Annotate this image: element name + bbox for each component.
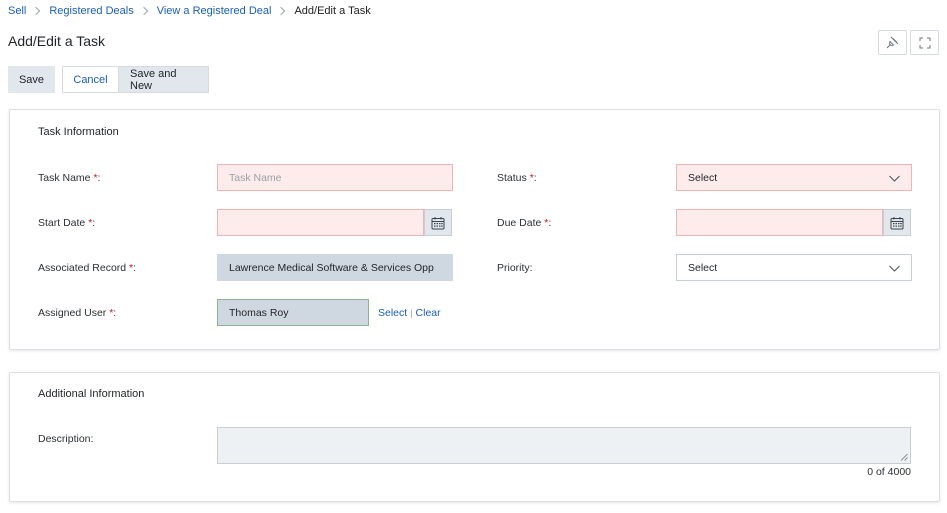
- status-select-value: Select: [688, 171, 718, 184]
- character-count: 0 of 4000: [867, 466, 911, 478]
- expand-button[interactable]: [910, 30, 939, 55]
- resize-handle-icon[interactable]: [900, 453, 908, 461]
- calendar-icon: [431, 216, 445, 229]
- pin-button[interactable]: [878, 30, 907, 55]
- section-title-task-information: Task Information: [38, 126, 119, 138]
- status-label: Status *:: [497, 172, 537, 184]
- due-date-input[interactable]: [676, 209, 883, 236]
- assigned-user-clear-link[interactable]: Clear: [416, 307, 441, 319]
- chevron-right-icon: [32, 6, 41, 16]
- task-name-input[interactable]: Task Name: [217, 164, 453, 191]
- task-information-panel: Task Information Task Name *: Task Name …: [9, 109, 940, 350]
- priority-label: Priority:: [497, 262, 533, 274]
- due-date-calendar-button[interactable]: [883, 209, 911, 236]
- calendar-icon: [890, 216, 904, 229]
- assigned-user-select-link[interactable]: Select: [378, 307, 407, 319]
- page-title: Add/Edit a Task: [8, 33, 106, 49]
- priority-select-value: Select: [688, 261, 718, 274]
- description-textarea[interactable]: [217, 427, 911, 464]
- breadcrumb-registered-deals[interactable]: Registered Deals: [49, 5, 133, 17]
- start-date-input[interactable]: [217, 209, 424, 236]
- save-button[interactable]: Save: [8, 66, 55, 93]
- breadcrumb-view-registered-deal[interactable]: View a Registered Deal: [157, 5, 272, 17]
- section-title-additional-information: Additional Information: [38, 388, 145, 400]
- due-date-label: Due Date *:: [497, 217, 552, 229]
- expand-icon: [919, 37, 930, 48]
- cancel-button[interactable]: Cancel: [62, 66, 118, 93]
- toolbar: Save Cancel Save and New: [8, 66, 209, 93]
- priority-select[interactable]: Select: [676, 254, 912, 281]
- save-and-new-button[interactable]: Save and New: [118, 66, 209, 93]
- chevron-right-icon: [139, 6, 148, 16]
- chevron-down-icon: [889, 265, 900, 272]
- status-select[interactable]: Select: [676, 164, 912, 191]
- task-name-label: Task Name *:: [38, 172, 101, 184]
- chevron-right-icon: [277, 6, 286, 16]
- link-separator: |: [410, 308, 413, 318]
- assigned-user-field: Thomas Roy: [217, 299, 369, 326]
- start-date-calendar-button[interactable]: [424, 209, 452, 236]
- description-label: Description:: [38, 433, 94, 445]
- assigned-user-label: Assigned User *:: [38, 307, 117, 319]
- breadcrumb-current: Add/Edit a Task: [294, 5, 371, 17]
- start-date-label: Start Date *:: [38, 217, 96, 229]
- chevron-down-icon: [889, 175, 900, 182]
- assigned-user-links: Select | Clear: [378, 307, 441, 319]
- breadcrumb-sell[interactable]: Sell: [8, 5, 26, 17]
- associated-record-label: Associated Record *:: [38, 262, 137, 274]
- additional-information-panel: Additional Information Description: 0 of…: [9, 372, 940, 502]
- breadcrumb: Sell Registered Deals View a Registered …: [8, 4, 371, 18]
- associated-record-field: Lawrence Medical Software & Services Opp: [217, 254, 453, 281]
- pin-icon: [886, 36, 899, 49]
